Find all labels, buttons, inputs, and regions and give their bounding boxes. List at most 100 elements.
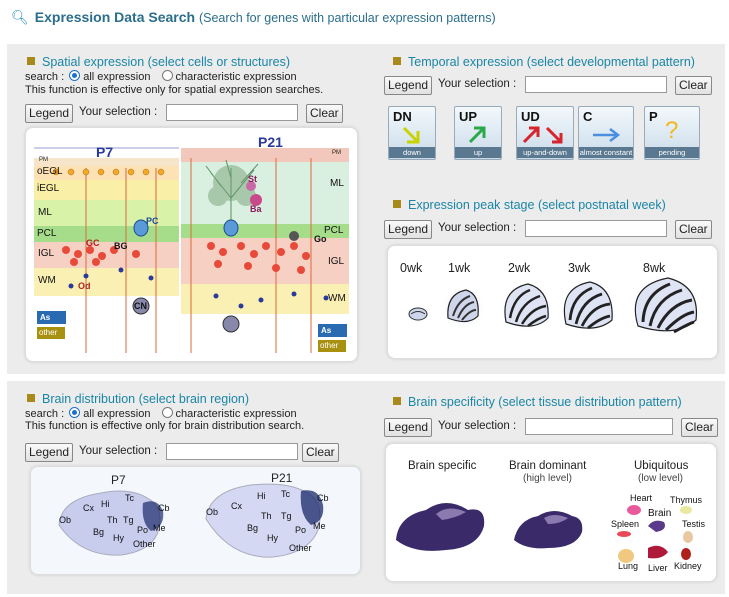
cell-st[interactable]: St xyxy=(248,174,257,184)
peak-selection-field[interactable] xyxy=(525,220,667,237)
specificity-clear-button[interactable]: Clear xyxy=(681,418,718,437)
region-ob-left[interactable]: Ob xyxy=(59,515,71,525)
layer-pm-right[interactable]: PM xyxy=(332,150,341,156)
all-expression-radio-2[interactable] xyxy=(69,407,81,418)
search-icon: 🔍︎ xyxy=(11,9,29,25)
cell-pc[interactable]: PC xyxy=(146,216,159,226)
region-th-right[interactable]: Th xyxy=(261,511,272,521)
layer-wm-left[interactable]: WM xyxy=(38,275,56,286)
layer-pm-left[interactable]: PM xyxy=(39,157,48,163)
layer-igl-right[interactable]: IGL xyxy=(328,256,344,267)
pattern-up-and-down[interactable]: UD up-and-down xyxy=(516,106,574,160)
layer-igl-left[interactable]: IGL xyxy=(38,248,54,259)
region-tg-right[interactable]: Tg xyxy=(281,511,292,521)
cell-as-left[interactable]: As xyxy=(37,311,66,324)
temporal-clear-button[interactable]: Clear xyxy=(675,76,712,95)
arrow-down-right-icon xyxy=(402,126,420,144)
pattern-pending[interactable]: P ? pending xyxy=(644,106,700,160)
spatial-clear-button[interactable]: Clear xyxy=(306,104,343,123)
peak-title: Expression peak stage (select postnatal … xyxy=(393,198,666,212)
spatial-selection-field[interactable] xyxy=(166,104,298,121)
organ-thymus[interactable]: Thymus xyxy=(670,495,702,505)
region-tc-left[interactable]: Tc xyxy=(125,493,134,503)
all-expression-label[interactable]: all expression xyxy=(83,71,150,83)
cell-gc[interactable]: GC xyxy=(86,238,100,248)
brain-sagittal-sections[interactable] xyxy=(31,467,360,574)
pattern-down[interactable]: DN down xyxy=(388,106,436,160)
cell-other-left[interactable]: other xyxy=(37,327,65,339)
pattern-up[interactable]: UP up xyxy=(454,106,502,160)
region-me-left[interactable]: Me xyxy=(153,523,166,533)
cell-other-right[interactable]: other xyxy=(318,340,346,352)
distribution-clear-button[interactable]: Clear xyxy=(302,443,339,462)
distribution-selection-field[interactable] xyxy=(166,443,298,460)
cell-cn[interactable]: CN xyxy=(134,301,147,311)
region-hi-right[interactable]: Hi xyxy=(257,491,266,501)
pattern-ud-code: UD xyxy=(521,109,540,124)
cell-go[interactable]: Go xyxy=(314,234,327,244)
cerebellum-cell-diagram[interactable]: P7 P21 PM oEGL iEGL ML PCL IGL WM PM ML … xyxy=(25,127,358,362)
region-po-left[interactable]: Po xyxy=(137,525,148,535)
layer-ml-left[interactable]: ML xyxy=(38,207,52,218)
specificity-legend-button[interactable]: Legend xyxy=(384,418,433,437)
question-mark-icon: ? xyxy=(665,117,679,144)
region-ob-right[interactable]: Ob xyxy=(206,507,218,517)
temporal-legend-button[interactable]: Legend xyxy=(384,76,433,95)
cell-as-right[interactable]: As xyxy=(318,324,347,337)
layer-diagram[interactable] xyxy=(26,128,357,361)
cerebellum-sections[interactable] xyxy=(388,276,717,356)
spatial-selection-label: Your selection : xyxy=(79,106,158,118)
layer-oegl[interactable]: oEGL xyxy=(37,166,63,177)
organ-kidney[interactable]: Kidney xyxy=(674,561,702,571)
pattern-p-label: pending xyxy=(645,147,699,158)
pattern-constant[interactable]: C almost constant xyxy=(578,106,634,160)
all-expression-label-2[interactable]: all expression xyxy=(83,408,150,420)
region-po-right[interactable]: Po xyxy=(295,525,306,535)
temporal-selection-field[interactable] xyxy=(525,76,667,93)
cell-ba[interactable]: Ba xyxy=(250,204,262,214)
cell-bg[interactable]: BG xyxy=(114,241,128,251)
region-th-left[interactable]: Th xyxy=(107,515,118,525)
peak-legend-button[interactable]: Legend xyxy=(384,220,433,239)
characteristic-expression-label-2[interactable]: characteristic expression xyxy=(176,408,297,420)
region-cx-right[interactable]: Cx xyxy=(231,501,242,511)
pattern-p-code: P xyxy=(649,109,658,124)
organ-heart[interactable]: Heart xyxy=(630,493,652,503)
region-hi-left[interactable]: Hi xyxy=(101,499,110,509)
cell-od[interactable]: Od xyxy=(78,281,91,291)
layer-iegl[interactable]: iEGL xyxy=(37,183,59,194)
layer-ml-right[interactable]: ML xyxy=(330,178,344,189)
region-other-left[interactable]: Other xyxy=(133,539,156,549)
region-hy-left[interactable]: Hy xyxy=(113,533,124,543)
brain-region-panel: P7 P21 Ob Cx Hi Tc Cb Th Tg Bg Hy Po Me … xyxy=(30,466,361,575)
organ-lung[interactable]: Lung xyxy=(618,561,638,571)
region-bg-left[interactable]: Bg xyxy=(93,527,104,537)
region-other-right[interactable]: Other xyxy=(289,543,312,553)
all-expression-radio[interactable] xyxy=(69,70,81,81)
distribution-note: This function is effective only for brai… xyxy=(25,420,305,432)
specificity-selection-field[interactable] xyxy=(525,418,673,435)
region-cx-left[interactable]: Cx xyxy=(83,503,94,513)
characteristic-expression-radio[interactable] xyxy=(161,70,173,81)
distribution-legend-button[interactable]: Legend xyxy=(25,443,74,462)
region-hy-right[interactable]: Hy xyxy=(267,533,278,543)
arrow-up-right-icon xyxy=(468,126,486,144)
layer-wm-right[interactable]: WM xyxy=(328,293,346,304)
region-bg-right[interactable]: Bg xyxy=(247,523,258,533)
peak-clear-button[interactable]: Clear xyxy=(675,220,712,239)
characteristic-expression-label[interactable]: characteristic expression xyxy=(176,71,297,83)
characteristic-expression-radio-2[interactable] xyxy=(161,407,173,418)
region-cb-right[interactable]: Cb xyxy=(317,493,329,503)
temporal-title: Temporal expression (select developmenta… xyxy=(393,55,695,69)
layer-pcl-left[interactable]: PCL xyxy=(37,228,56,239)
spatial-legend-button[interactable]: Legend xyxy=(25,104,74,123)
organ-liver[interactable]: Liver xyxy=(648,563,668,573)
region-me-right[interactable]: Me xyxy=(313,521,326,531)
organ-spleen[interactable]: Spleen xyxy=(611,519,639,529)
region-tc-right[interactable]: Tc xyxy=(281,489,290,499)
region-cb-left[interactable]: Cb xyxy=(158,503,170,513)
organ-testis[interactable]: Testis xyxy=(682,519,705,529)
pattern-ud-label: up-and-down xyxy=(517,147,573,158)
organ-brain[interactable]: Brain xyxy=(648,508,671,519)
region-tg-left[interactable]: Tg xyxy=(123,515,134,525)
